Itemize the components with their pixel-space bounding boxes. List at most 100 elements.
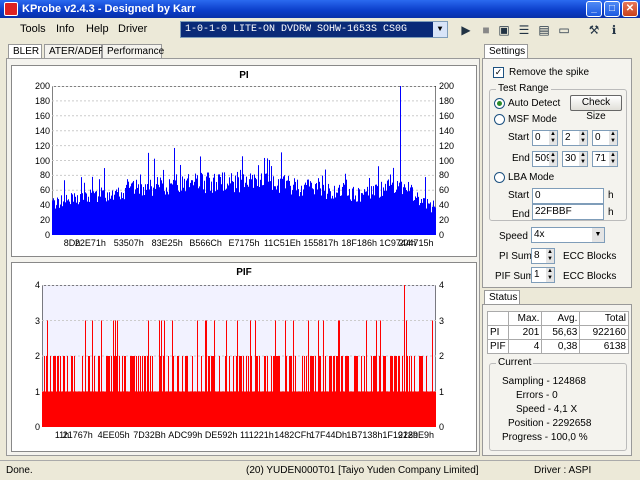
spinner-icon[interactable]: ▲ ▼ bbox=[609, 131, 617, 145]
speed-select[interactable]: 4x ▼ bbox=[531, 227, 605, 243]
msf-mode-radio[interactable] bbox=[494, 114, 505, 125]
drive-select[interactable]: 1-0-1-0 LITE-ON DVDRW SOHW-1653S CS0G ▼ bbox=[180, 21, 448, 38]
chart-bar bbox=[123, 193, 124, 235]
spinner-icon[interactable]: ▲ ▼ bbox=[579, 131, 587, 145]
maximize-button[interactable]: □ bbox=[604, 1, 620, 17]
lba-start-label: Start bbox=[508, 190, 530, 201]
save-icon[interactable]: ▣ bbox=[496, 22, 512, 38]
msf-end-sec[interactable]: 30 ▲ ▼ bbox=[562, 151, 588, 167]
chart-bar bbox=[157, 391, 158, 427]
chart-bar bbox=[59, 391, 60, 427]
split-icon[interactable]: ▤ bbox=[536, 22, 552, 38]
chart-bar bbox=[232, 391, 233, 427]
chart-bar bbox=[399, 182, 400, 235]
table-header-row: Max. Avg. Total bbox=[487, 311, 629, 326]
msf-mode-label: MSF Mode bbox=[508, 114, 557, 125]
current-label: Current bbox=[496, 357, 534, 368]
pi-plot bbox=[52, 86, 436, 235]
disc-info: (20) YUDEN000T01 [Taiyo Yuden Company Li… bbox=[246, 465, 479, 476]
tools-icon[interactable]: ⚒ bbox=[586, 22, 602, 38]
chart-bar bbox=[272, 189, 273, 235]
chart-bar bbox=[168, 194, 169, 235]
msf-end-min[interactable]: 509 ▲ ▼ bbox=[532, 151, 558, 167]
chart-bar bbox=[65, 391, 66, 427]
pi-sum-input[interactable]: 8 ▲ ▼ bbox=[531, 248, 555, 264]
spinner-icon[interactable]: ▲ ▼ bbox=[549, 152, 557, 166]
msf-start-frame[interactable]: 0 ▲ ▼ bbox=[592, 130, 618, 146]
chart-bar bbox=[230, 391, 231, 427]
chart-bar bbox=[108, 200, 109, 235]
info-icon[interactable]: ℹ bbox=[606, 22, 622, 38]
msf-start-sec[interactable]: 2 ▲ ▼ bbox=[562, 130, 588, 146]
chart-bar bbox=[246, 356, 247, 427]
chart-bar bbox=[417, 192, 418, 235]
menu-info[interactable]: Info bbox=[56, 23, 74, 35]
chart-bar bbox=[145, 184, 146, 235]
chart-bar bbox=[95, 391, 96, 427]
lba-end-input[interactable]: 22FBBF bbox=[532, 204, 604, 220]
spinner-icon[interactable]: ▲ ▼ bbox=[579, 152, 587, 166]
chevron-down-icon[interactable]: ▼ bbox=[433, 22, 447, 37]
minimize-button[interactable]: _ bbox=[586, 1, 602, 17]
msf-end-frame[interactable]: 71 ▲ ▼ bbox=[592, 151, 618, 167]
chart-bar bbox=[410, 391, 411, 427]
chart-bar bbox=[237, 171, 238, 235]
chart-bar bbox=[389, 391, 390, 427]
chart-bar bbox=[363, 194, 364, 235]
chart-bar bbox=[414, 356, 415, 427]
chart-bar bbox=[80, 194, 81, 235]
msf-start-min[interactable]: 0 ▲ ▼ bbox=[532, 130, 558, 146]
chart-bar bbox=[252, 391, 253, 427]
chart-bar bbox=[353, 391, 354, 427]
chart-bar bbox=[325, 356, 326, 427]
window-icon[interactable]: ▭ bbox=[556, 22, 572, 38]
chart-bar bbox=[160, 177, 161, 235]
chart-bar bbox=[93, 191, 94, 235]
chevron-down-icon[interactable]: ▼ bbox=[592, 228, 604, 242]
chart-bar bbox=[423, 198, 424, 235]
chart-bar bbox=[394, 356, 395, 427]
chart-bar bbox=[229, 177, 230, 235]
chart-bar bbox=[159, 320, 160, 427]
chart-bar bbox=[158, 391, 159, 427]
status-table: Max. Avg. Total PI 201 56,63 922160 PIF 4 0,38 6… bbox=[487, 311, 629, 354]
menu-tools[interactable]: Tools bbox=[20, 23, 46, 35]
play-icon[interactable]: ▶ bbox=[458, 22, 474, 38]
auto-detect-radio[interactable] bbox=[494, 98, 505, 109]
menu-help[interactable]: Help bbox=[86, 23, 109, 35]
menu-driver[interactable]: Driver bbox=[118, 23, 147, 35]
spinner-icon[interactable]: ▲ ▼ bbox=[546, 268, 554, 282]
spinner-icon[interactable]: ▲ ▼ bbox=[609, 152, 617, 166]
chart-bar bbox=[209, 177, 210, 235]
chart-bar bbox=[161, 180, 162, 235]
check-size-button[interactable]: Check Size bbox=[570, 95, 622, 122]
chart-bar bbox=[412, 187, 413, 235]
chart-bar bbox=[138, 184, 139, 235]
chart-bar bbox=[122, 356, 123, 427]
lba-mode-radio[interactable] bbox=[494, 172, 505, 183]
pif-sum-input[interactable]: 1 ▲ ▼ bbox=[531, 267, 555, 283]
chart-bar bbox=[414, 200, 415, 235]
spinner-icon[interactable]: ▲ ▼ bbox=[546, 249, 554, 263]
lba-start-input[interactable]: 0 bbox=[532, 188, 604, 204]
chart-bar bbox=[392, 182, 393, 235]
chart-bar bbox=[48, 391, 49, 427]
spinner-icon[interactable]: ▲ ▼ bbox=[549, 131, 557, 145]
stop-icon[interactable]: ■ bbox=[478, 22, 494, 38]
chart-bar bbox=[376, 320, 377, 427]
chart-bar bbox=[332, 195, 333, 235]
chart-bar bbox=[70, 204, 71, 235]
chart-bar bbox=[131, 183, 132, 235]
remove-spike-checkbox[interactable]: ✓ bbox=[493, 67, 504, 78]
layout-icon[interactable]: ☰ bbox=[516, 22, 532, 38]
chart-bar bbox=[43, 391, 44, 427]
pif-chart-title: PIF bbox=[236, 267, 252, 278]
chart-bar bbox=[350, 199, 351, 235]
chart-bar bbox=[322, 391, 323, 427]
chart-bar bbox=[281, 152, 282, 235]
chart-bar bbox=[265, 173, 266, 235]
chart-bar bbox=[324, 391, 325, 427]
chart-bar bbox=[93, 391, 94, 427]
chart-bar bbox=[313, 356, 314, 427]
close-button[interactable]: ✕ bbox=[622, 1, 638, 17]
